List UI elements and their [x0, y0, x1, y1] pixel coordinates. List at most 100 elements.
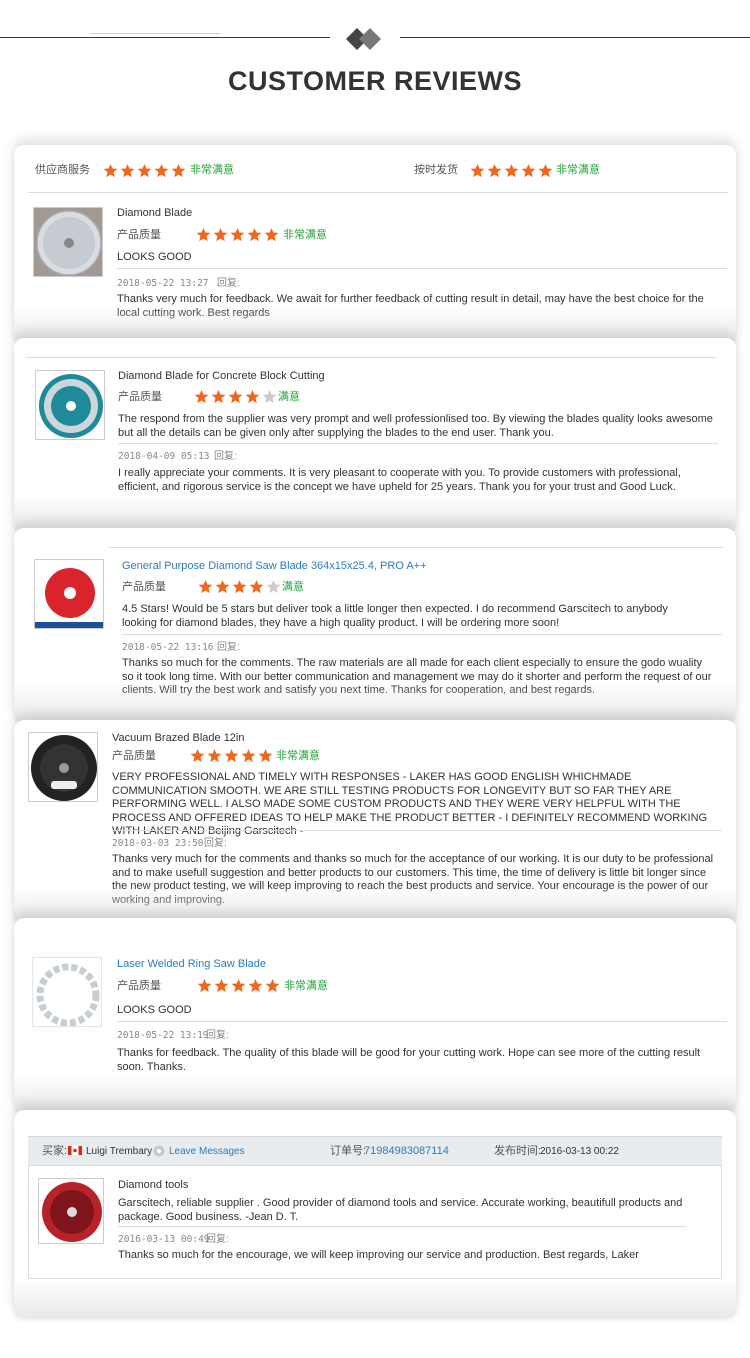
star-filled-icon [504, 163, 519, 178]
review-comment: The respond from the supplier was very p… [118, 413, 713, 439]
product-link[interactable]: Laser Welded Ring Saw Blade [117, 958, 266, 972]
review-date: 2018-05-22 13:27 [117, 278, 209, 289]
reply-label: 回复: [217, 278, 240, 289]
review-date: 2018-05-22 13:19 [117, 1030, 209, 1041]
published-date: 2016-03-13 00:22 [540, 1146, 619, 1157]
product-name[interactable]: Diamond Blade for Concrete Block Cutting [118, 370, 325, 384]
divider [117, 268, 727, 269]
quality-label: 产品质量 [117, 980, 161, 992]
quality-label: 产品质量 [122, 581, 166, 593]
saw-blade-icon [39, 374, 103, 438]
header-rule-right [400, 37, 750, 38]
delivery-label: 按时发货 [414, 164, 458, 176]
rating-text: 非常满意 [284, 980, 328, 992]
divider [28, 192, 728, 193]
quality-label: 产品质量 [117, 229, 161, 241]
saw-blade-icon [35, 560, 103, 628]
star-empty-icon [266, 579, 281, 594]
star-filled-icon [215, 579, 230, 594]
rating-stars [194, 389, 277, 404]
review-card-1: 供应商服务 非常满意 按时发货 非常满意 Diamond Blade 产品质量 … [14, 145, 736, 345]
review-comment: Garscitech, reliable supplier . Good pro… [118, 1197, 683, 1223]
saw-blade-icon [31, 735, 97, 801]
star-filled-icon [258, 748, 273, 763]
star-empty-icon [262, 389, 277, 404]
star-filled-icon [470, 163, 485, 178]
reply-label: 回复: [214, 451, 237, 462]
order-review-card: 买家: Luigi Trembary Leave Messages 订单号: 7… [14, 1110, 736, 1318]
product-name[interactable]: Diamond Blade [117, 207, 192, 221]
star-filled-icon [249, 579, 264, 594]
product-thumbnail[interactable] [28, 732, 98, 802]
supplier-reply: Thanks for feedback. The quality of this… [117, 1047, 701, 1073]
star-filled-icon [232, 579, 247, 594]
star-filled-icon [103, 163, 118, 178]
product-thumbnail[interactable] [35, 370, 105, 440]
delivery-rating-text: 非常满意 [556, 164, 600, 176]
rating-text: 非常满意 [283, 229, 327, 241]
star-filled-icon [247, 227, 262, 242]
review-comment: LOOKS GOOD [117, 251, 192, 263]
card-fade [14, 683, 736, 723]
card-fade [14, 1278, 736, 1318]
quality-label: 产品质量 [118, 391, 162, 403]
supplier-service-label: 供应商服务 [35, 164, 90, 176]
card-fade [14, 493, 736, 533]
rating-text: 满意 [282, 581, 304, 593]
published-label: 发布时间: [494, 1145, 542, 1157]
order-number-label: 订单号: [330, 1145, 367, 1157]
border-right [721, 1166, 722, 1278]
review-card-4: Vacuum Brazed Blade 12in 产品质量 非常满意 VERY … [14, 720, 736, 925]
ring-saw-blade-icon [36, 963, 100, 1026]
border-left [28, 1166, 29, 1278]
reply-label: 回复: [204, 838, 227, 849]
star-filled-icon [211, 389, 226, 404]
star-filled-icon [154, 163, 169, 178]
divider [117, 1021, 727, 1022]
supplier-service-rating-text: 非常满意 [190, 164, 234, 176]
product-link[interactable]: General Purpose Diamond Saw Blade 364x15… [122, 560, 427, 574]
divider [122, 634, 722, 635]
buyer-label: 买家: [42, 1145, 68, 1157]
review-date: 2018-05-22 13:16 [122, 642, 214, 653]
star-filled-icon [190, 748, 205, 763]
star-filled-icon [198, 579, 213, 594]
star-filled-icon [487, 163, 502, 178]
product-thumbnail[interactable] [34, 559, 104, 629]
message-icon[interactable] [153, 1145, 165, 1157]
star-filled-icon [171, 163, 186, 178]
review-comment: 4.5 Stars! Would be 5 stars but deliver … [122, 603, 668, 629]
header-rule-left [0, 37, 330, 38]
product-thumbnail[interactable] [38, 1178, 104, 1244]
product-thumbnail[interactable] [33, 207, 103, 277]
order-number-link[interactable]: 71984983087114 [364, 1145, 449, 1159]
divider [118, 443, 718, 444]
product-name[interactable]: Diamond tools [118, 1179, 188, 1193]
rating-text: 非常满意 [276, 750, 320, 762]
rating-stars [190, 748, 273, 763]
star-filled-icon [228, 389, 243, 404]
buyer-name: Luigi Trembary [86, 1146, 153, 1157]
star-filled-icon [248, 978, 263, 993]
star-filled-icon [241, 748, 256, 763]
leave-messages-link[interactable]: Leave Messages [169, 1145, 245, 1159]
star-filled-icon [538, 163, 553, 178]
star-filled-icon [214, 978, 229, 993]
star-filled-icon [213, 227, 228, 242]
rating-stars [196, 227, 279, 242]
star-filled-icon [265, 978, 280, 993]
review-date: 2016-03-13 00:49 [118, 1234, 210, 1245]
rating-stars [197, 978, 280, 993]
canada-flag-icon [68, 1146, 82, 1155]
product-thumbnail[interactable] [32, 957, 102, 1027]
saw-blade-icon [42, 1182, 102, 1242]
star-filled-icon [521, 163, 536, 178]
header-accent-line [90, 33, 220, 34]
review-date: 2018-03-03 23:50 [112, 838, 204, 849]
product-name[interactable]: Vacuum Brazed Blade 12in [112, 732, 245, 746]
card-fade [14, 1073, 736, 1113]
delivery-stars [470, 163, 553, 178]
reply-label: 回复: [206, 1234, 229, 1245]
star-filled-icon [207, 748, 222, 763]
star-filled-icon [231, 978, 246, 993]
